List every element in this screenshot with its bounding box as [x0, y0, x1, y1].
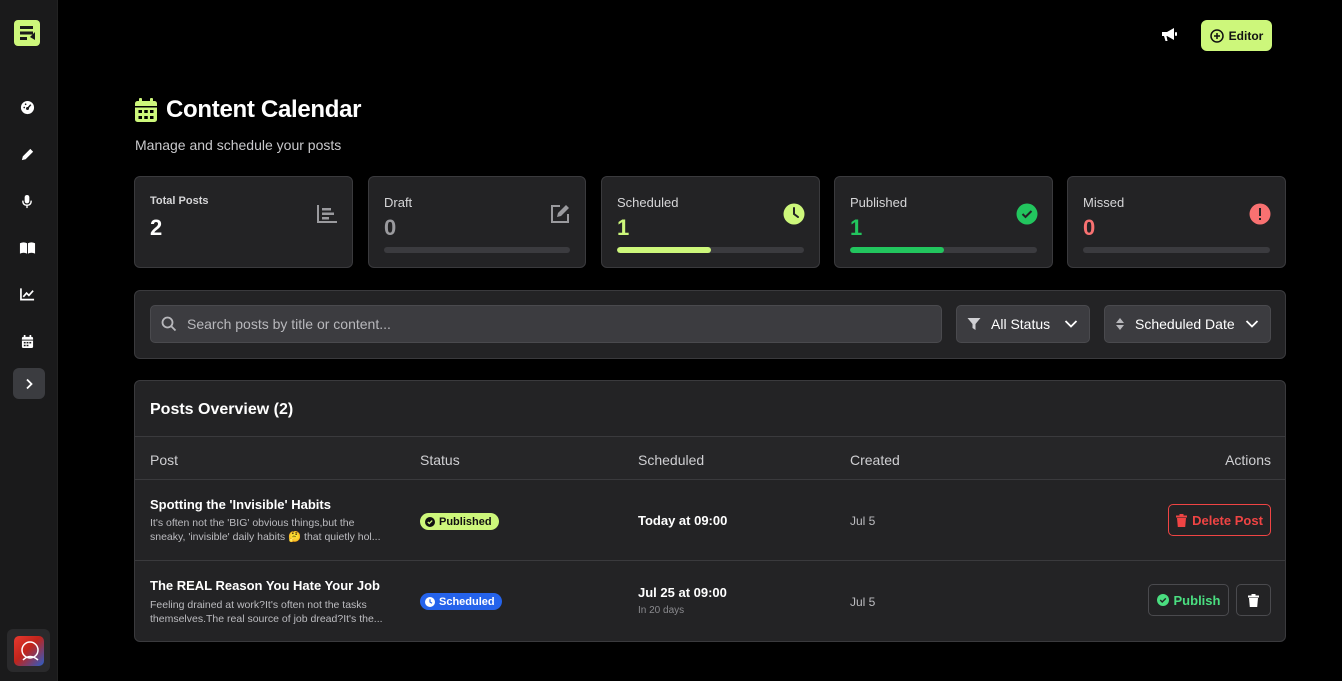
- filter-panel: All Status Scheduled Date: [134, 290, 1286, 359]
- scheduled-progress-bar: [617, 247, 804, 253]
- missed-progress-bar: [1083, 247, 1270, 253]
- stat-card-draft: Draft 0: [368, 176, 586, 268]
- chevron-down-icon: [1245, 320, 1258, 328]
- scheduled-time: Jul 25 at 09:00: [638, 585, 727, 600]
- delete-post-button[interactable]: Delete Post: [1168, 504, 1271, 536]
- megaphone-icon[interactable]: [1160, 27, 1178, 45]
- page-header: Content Calendar: [134, 96, 362, 124]
- calendar-icon[interactable]: [17, 331, 37, 351]
- chart-line-icon[interactable]: [17, 284, 37, 304]
- stat-label: Scheduled: [617, 195, 679, 210]
- publish-button-label: Publish: [1173, 592, 1221, 608]
- post-excerpt-line: It's often not the 'BIG' obvious things,…: [150, 517, 355, 529]
- chart-bar-icon: [316, 203, 338, 225]
- post-excerpt-line: sneaky, 'invisible' daily habits 🤔 that …: [150, 531, 381, 543]
- scheduled-time: Today at 09:00: [638, 513, 728, 528]
- status-badge-label: Scheduled: [439, 595, 495, 608]
- scheduled-relative: In 20 days: [638, 605, 685, 616]
- trash-icon: [1248, 593, 1259, 607]
- search-input[interactable]: [187, 316, 887, 332]
- avatar[interactable]: [7, 629, 50, 672]
- book-icon[interactable]: [17, 238, 37, 258]
- status-badge-label: Published: [439, 515, 492, 528]
- stat-value: 0: [1083, 215, 1096, 240]
- column-header-post: Post: [150, 452, 179, 468]
- post-excerpt: Feeling drained at work?It's often not t…: [150, 598, 395, 626]
- posts-overview-panel: Posts Overview (2) Post Status Scheduled…: [134, 380, 1286, 642]
- sort-value: Scheduled Date: [1135, 316, 1235, 332]
- posts-overview-title: Posts Overview (2): [150, 401, 294, 418]
- delete-post-label: Delete Post: [1192, 512, 1263, 528]
- page-title: Content Calendar: [166, 96, 362, 123]
- status-badge: Scheduled: [420, 593, 502, 610]
- published-progress-bar: [850, 247, 1037, 253]
- search-box[interactable]: [150, 305, 942, 343]
- filter-icon: [967, 318, 981, 330]
- delete-button[interactable]: [1236, 584, 1271, 616]
- stat-card-total: Total Posts 2: [134, 176, 353, 268]
- column-header-actions: Actions: [1225, 452, 1271, 468]
- column-header-status: Status: [420, 452, 460, 468]
- stat-value: 0: [384, 215, 397, 240]
- microphone-icon[interactable]: [17, 191, 37, 211]
- chevron-right-icon: [26, 378, 33, 389]
- stat-label: Total Posts: [150, 195, 209, 207]
- dashboard-icon[interactable]: [17, 97, 37, 117]
- publish-button[interactable]: Publish: [1148, 584, 1229, 616]
- stat-value: 1: [617, 215, 630, 240]
- created-date: Jul 5: [850, 595, 876, 609]
- post-excerpt-line: themselves.The real source of job dread?…: [150, 613, 383, 625]
- status-filter-select[interactable]: All Status: [956, 305, 1090, 343]
- stat-label: Published: [850, 195, 908, 210]
- stat-card-missed: Missed 0: [1067, 176, 1286, 268]
- editor-button[interactable]: Editor: [1201, 20, 1272, 51]
- clock-icon: [425, 596, 435, 607]
- table-row[interactable]: The REAL Reason You Hate Your Job Feelin…: [135, 561, 1285, 641]
- stat-card-scheduled: Scheduled 1: [601, 176, 820, 268]
- plus-circle-icon: [1209, 28, 1224, 43]
- edit-icon: [549, 203, 571, 225]
- draft-progress-bar: [384, 247, 570, 253]
- stat-value: 2: [150, 215, 163, 240]
- post-title[interactable]: The REAL Reason You Hate Your Job: [150, 578, 380, 593]
- stat-label: Missed: [1083, 195, 1125, 210]
- trash-icon: [1176, 513, 1188, 527]
- search-icon: [161, 316, 177, 332]
- table-header: Post Status Scheduled Created Actions: [135, 436, 1285, 480]
- post-excerpt: It's often not the 'BIG' obvious things,…: [150, 516, 395, 544]
- page-subtitle: Manage and schedule your posts: [135, 137, 342, 153]
- post-excerpt-line: Feeling drained at work?It's often not t…: [150, 599, 367, 611]
- chevron-down-icon: [1065, 320, 1078, 328]
- post-title[interactable]: Spotting the 'Invisible' Habits: [150, 497, 331, 512]
- pencil-icon[interactable]: [17, 144, 37, 164]
- check-circle-icon: [1156, 594, 1169, 606]
- stat-value: 1: [850, 215, 863, 240]
- column-header-created: Created: [850, 452, 900, 468]
- table-row[interactable]: Spotting the 'Invisible' Habits It's oft…: [135, 480, 1285, 561]
- check-circle-icon: [1016, 203, 1038, 225]
- sort-icon: [1116, 318, 1124, 330]
- alert-circle-icon: [1249, 203, 1271, 225]
- editor-button-label: Editor: [1228, 28, 1264, 43]
- sort-select[interactable]: Scheduled Date: [1104, 305, 1271, 343]
- sidebar-expand-button[interactable]: [13, 368, 45, 399]
- status-badge: Published: [420, 513, 499, 530]
- sidebar: [0, 0, 58, 681]
- created-date: Jul 5: [850, 514, 876, 528]
- clock-icon: [783, 203, 805, 225]
- stat-card-published: Published 1: [834, 176, 1053, 268]
- status-filter-value: All Status: [991, 316, 1051, 332]
- column-header-scheduled: Scheduled: [638, 452, 705, 468]
- app-logo[interactable]: [13, 19, 41, 47]
- stat-label: Draft: [384, 195, 413, 210]
- calendar-icon: [135, 98, 157, 122]
- check-circle-icon: [425, 516, 435, 527]
